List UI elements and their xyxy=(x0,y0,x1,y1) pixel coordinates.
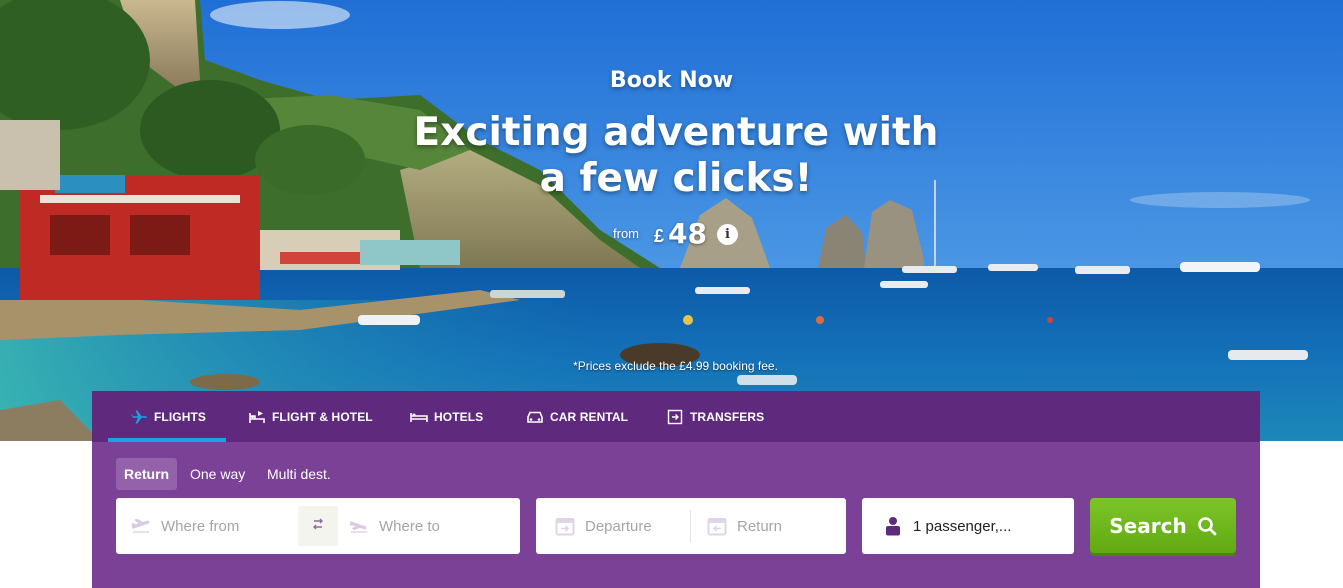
passengers-box[interactable]: 1 passenger,... xyxy=(862,498,1074,554)
calendar-depart-icon xyxy=(554,515,576,537)
swap-icon xyxy=(311,517,325,535)
return-date-field[interactable]: Return xyxy=(706,498,836,554)
hero-banner: Book Now Exciting adventure with a few c… xyxy=(0,0,1343,441)
trip-type-return[interactable]: Return xyxy=(116,458,178,490)
price-value: 48 xyxy=(668,217,707,250)
hero-eyebrow: Book Now xyxy=(609,68,734,93)
car-icon xyxy=(526,408,544,426)
transfer-icon xyxy=(666,408,684,426)
hero-headline: Exciting adventure with a few clicks! xyxy=(413,110,939,201)
tab-label-flights: FLIGHTS xyxy=(154,409,207,424)
search-button[interactable]: Search xyxy=(1090,498,1236,553)
search-button-label: Search xyxy=(1109,513,1187,538)
plane-icon xyxy=(130,408,148,426)
search-panel: Return One way Multi dest. Where from Wh… xyxy=(92,442,1260,588)
swap-button[interactable] xyxy=(298,506,338,546)
destination-placeholder: Where to xyxy=(379,517,440,535)
tab-label-car-rental: CAR RENTAL xyxy=(550,409,629,424)
return-placeholder: Return xyxy=(737,517,783,535)
tab-flight-hotel[interactable]: FLIGHT & HOTEL xyxy=(248,391,373,442)
bed-plane-icon xyxy=(248,408,266,426)
origin-field[interactable]: Where from xyxy=(130,498,300,554)
person-icon xyxy=(882,515,904,537)
passengers-value: 1 passenger,... xyxy=(913,517,1012,535)
origin-placeholder: Where from xyxy=(161,517,240,535)
search-icon xyxy=(1197,516,1217,536)
tab-label-transfers: TRANSFERS xyxy=(690,409,765,424)
dates-box: Departure Return xyxy=(536,498,846,554)
page: Book Now Exciting adventure with a few c… xyxy=(0,0,1343,588)
product-tab-bar: FLIGHTS FLIGHT & HOTEL HOTELS CAR RENTAL xyxy=(92,391,1260,442)
price-teaser: from £ 48 i xyxy=(600,215,760,251)
price-currency: £ xyxy=(654,226,665,246)
takeoff-icon xyxy=(130,515,152,537)
tab-hotels[interactable]: HOTELS xyxy=(410,391,483,442)
info-icon[interactable]: i xyxy=(717,224,738,245)
trip-type-multi-dest[interactable]: Multi dest. xyxy=(267,458,331,490)
tab-label-flight-hotel: FLIGHT & HOTEL xyxy=(272,409,373,424)
tab-label-hotels: HOTELS xyxy=(434,409,484,424)
tab-car-rental[interactable]: CAR RENTAL xyxy=(526,391,628,442)
departure-date-field[interactable]: Departure xyxy=(554,498,690,554)
bed-icon xyxy=(410,408,428,426)
route-box: Where from Where to xyxy=(116,498,520,554)
tab-transfers[interactable]: TRANSFERS xyxy=(666,391,764,442)
landing-icon xyxy=(348,515,370,537)
passengers-field[interactable]: 1 passenger,... xyxy=(882,498,1062,554)
tab-flights[interactable]: FLIGHTS xyxy=(108,391,226,442)
calendar-return-icon xyxy=(706,515,728,537)
booking-fee-note: *Prices exclude the £4.99 booking fee. xyxy=(573,359,778,373)
date-divider xyxy=(690,510,691,542)
departure-placeholder: Departure xyxy=(585,517,652,535)
destination-field[interactable]: Where to xyxy=(348,498,518,554)
trip-type-one-way[interactable]: One way xyxy=(190,458,245,490)
price-from-label: from xyxy=(613,226,639,241)
